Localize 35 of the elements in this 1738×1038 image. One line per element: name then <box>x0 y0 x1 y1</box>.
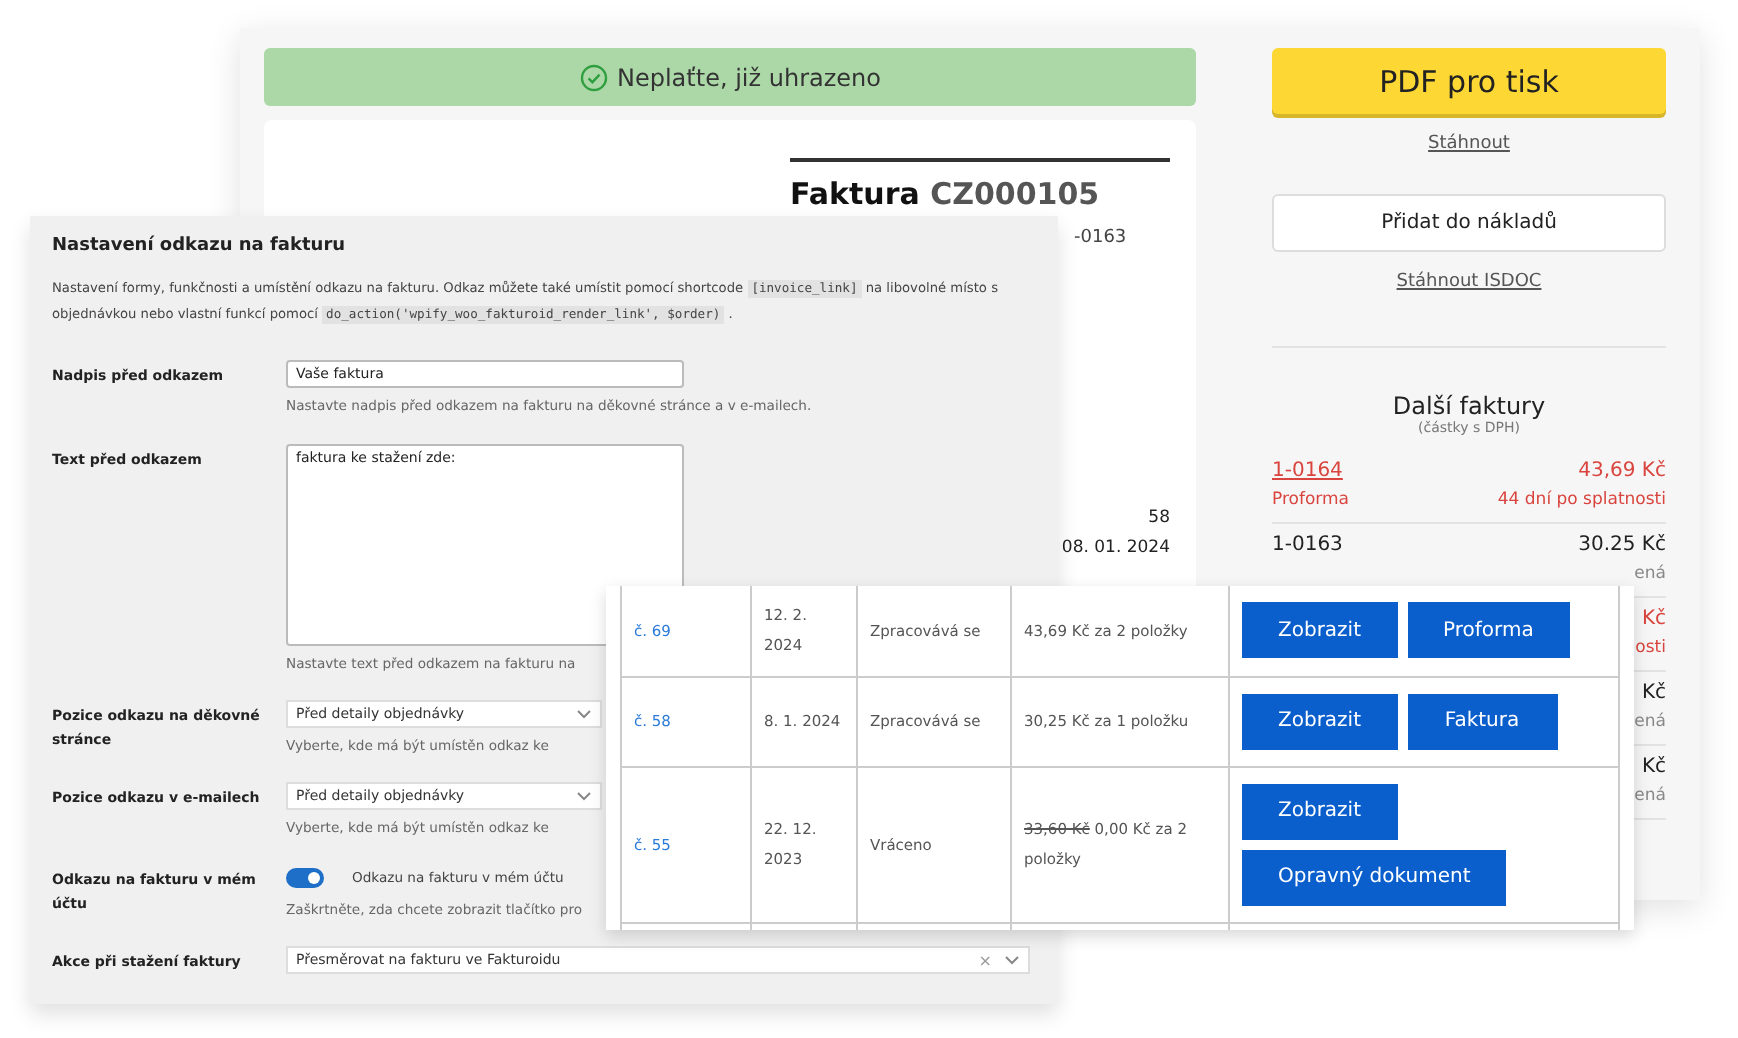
chevron-down-icon[interactable] <box>576 790 592 802</box>
invoice-status: ená <box>1634 562 1666 588</box>
invoice-amount: Kč <box>1641 680 1666 708</box>
order-action-button[interactable]: Zobrazit <box>1242 602 1398 659</box>
invoice-amount: Kč <box>1641 754 1666 782</box>
settings-title: Nastavení odkazu na fakturu <box>52 236 348 256</box>
invoice-status: 44 dní po splatnosti <box>1497 488 1666 514</box>
other-invoices-title: Další faktury <box>1392 392 1546 420</box>
download-link[interactable]: Stáhnout <box>1428 134 1510 154</box>
invoice-reference: -0163 <box>1074 228 1129 248</box>
invoice-number-link[interactable]: 1-0164 <box>1272 458 1343 486</box>
chevron-down-icon[interactable] <box>576 708 592 720</box>
order-action-button[interactable]: Opravný dokument <box>1242 849 1507 905</box>
invoice-title: Faktura CZ000105 <box>790 178 1102 212</box>
invoice-number-link[interactable]: 1-0163 <box>1272 532 1343 560</box>
invoice-detail: 58 <box>1146 508 1170 528</box>
isdoc-download-link[interactable]: Stáhnout ISDOC <box>1396 272 1542 292</box>
order-action-button[interactable]: Proforma <box>1407 602 1570 659</box>
invoice-amount: Kč <box>1641 606 1666 634</box>
invoice-amount: 43,69 Kč <box>1578 458 1666 486</box>
order-action-button[interactable]: Zobrazit <box>1242 783 1398 839</box>
check-circle-icon <box>579 63 607 91</box>
invoice-status: ená <box>1634 784 1666 810</box>
order-action-button[interactable]: Zobrazit <box>1242 693 1398 749</box>
chevron-down-icon[interactable] <box>1004 954 1020 966</box>
invoice-status: ená <box>1634 710 1666 736</box>
toggle-switch[interactable] <box>286 868 324 888</box>
order-action-button[interactable]: Faktura <box>1407 693 1558 749</box>
invoice-status: osti <box>1635 636 1666 662</box>
invoice-detail: 08. 01. 2024 <box>1059 538 1170 558</box>
add-to-costs-button[interactable]: Přidat do nákladů <box>1272 194 1666 252</box>
invoice-type: Proforma <box>1272 488 1350 514</box>
paid-message: Neplaťte, již uhrazeno <box>617 63 881 91</box>
pdf-print-button[interactable]: PDF pro tisk <box>1272 48 1666 114</box>
invoice-amount: 30.25 Kč <box>1578 532 1666 560</box>
